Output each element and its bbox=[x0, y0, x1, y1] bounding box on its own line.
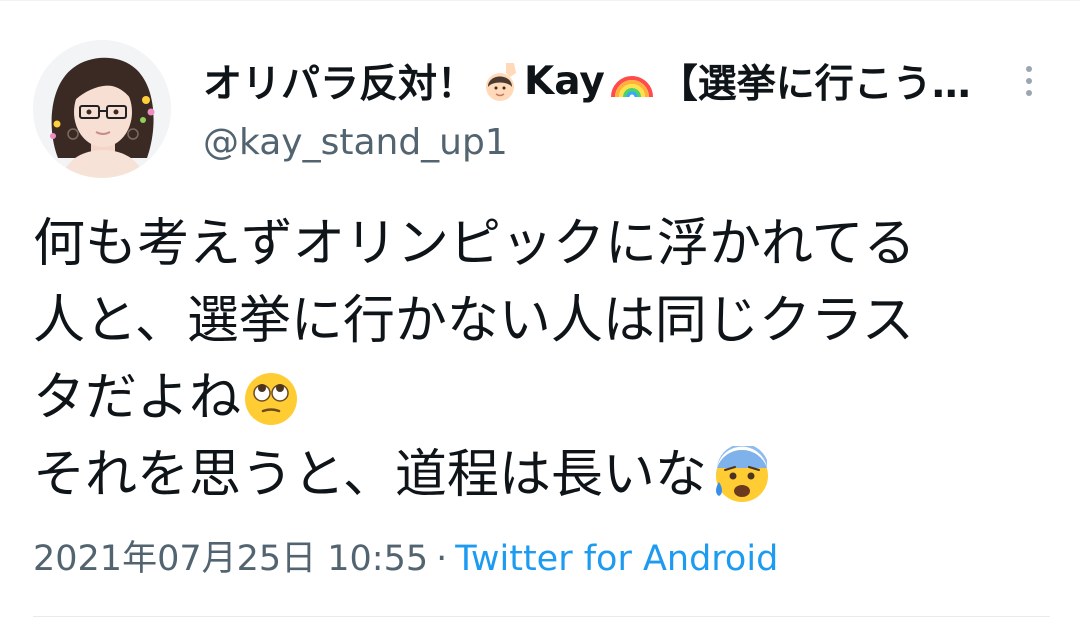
tweet-text-line: タだよね bbox=[33, 360, 1043, 437]
tweet-card: オリパラ反対！ Kay 【選挙に行こう… @kay_stand_up1 何も考え… bbox=[0, 0, 1080, 633]
tweet-text-line-2: 人と、選挙に行かない人は同じクラス bbox=[33, 291, 914, 351]
tweet-text-line-1: 何も考えずオリンピックに浮かれてる bbox=[33, 214, 916, 274]
timestamp[interactable]: 2021年07月25日 10:55 bbox=[33, 534, 428, 584]
tweet-text-line-3: タだよね bbox=[33, 368, 242, 428]
more-options-dot bbox=[1026, 90, 1032, 96]
avatar[interactable] bbox=[33, 40, 171, 178]
tweet-text-line: 人と、選挙に行かない人は同じクラス bbox=[33, 283, 1043, 360]
display-name-part1: オリパラ反対！ bbox=[203, 62, 477, 107]
meta-separator: · bbox=[436, 539, 448, 579]
user-handle[interactable]: @kay_stand_up1 bbox=[203, 120, 508, 166]
more-options-icon bbox=[1026, 66, 1032, 72]
rainbow-emoji-icon bbox=[609, 61, 655, 101]
more-options-dot bbox=[1026, 78, 1032, 84]
tweet-text-line: 何も考えずオリンピックに浮かれてる bbox=[33, 206, 1043, 283]
more-options-button[interactable] bbox=[1008, 60, 1050, 102]
bottom-divider bbox=[33, 616, 1050, 617]
display-name-part2: Kay bbox=[524, 58, 605, 104]
anxious-face-with-sweat-emoji-icon bbox=[711, 445, 771, 506]
avatar-illustration-icon bbox=[33, 40, 171, 178]
source-link[interactable]: Twitter for Android bbox=[455, 534, 778, 584]
display-name-part3: 【選挙に行こう… bbox=[658, 62, 971, 107]
tweet-text: 何も考えずオリンピックに浮かれてる 人と、選挙に行かない人は同じクラス タだよね… bbox=[33, 206, 1043, 514]
face-with-rolling-eyes-emoji-icon bbox=[243, 371, 299, 427]
tweet-text-line: それを思うと、道程は長いな bbox=[33, 437, 1043, 514]
display-name[interactable]: オリパラ反対！ Kay 【選挙に行こう… bbox=[203, 52, 993, 110]
person-raising-hand-emoji-icon bbox=[478, 59, 522, 103]
tweet-meta: 2021年07月25日 10:55 · Twitter for Android bbox=[33, 534, 778, 584]
tweet-text-line-4: それを思うと、道程は長いな bbox=[33, 445, 707, 505]
